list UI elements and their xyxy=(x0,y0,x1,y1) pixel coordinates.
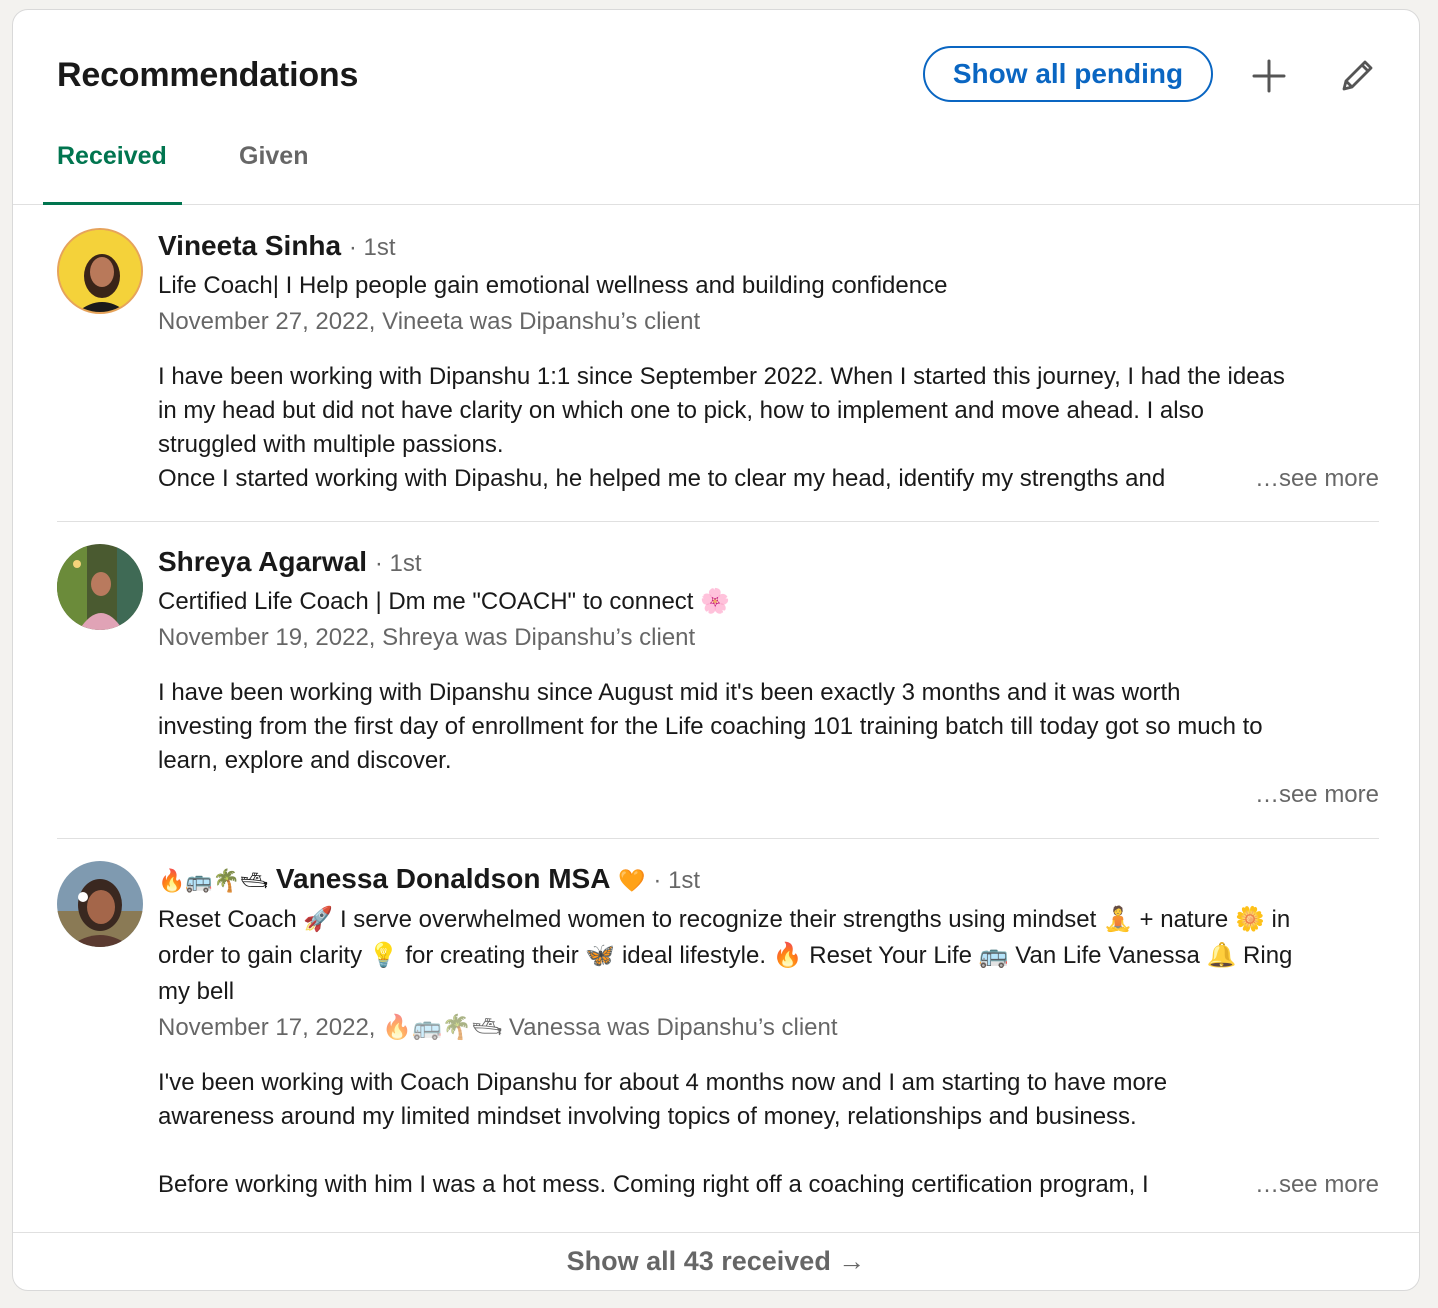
divider xyxy=(57,521,1379,522)
recommendations-card: Recommendations Show all pending Receive… xyxy=(12,9,1420,1291)
text-line: learn, explore and discover. xyxy=(158,747,452,774)
recommender-headline: Certified Life Coach | Dm me "COACH" to … xyxy=(158,588,731,615)
text-line: I've been working with Coach Dipanshu fo… xyxy=(158,1069,1168,1096)
tab-given[interactable]: Given xyxy=(239,142,308,171)
recommender-name[interactable]: Vineeta Sinha xyxy=(158,230,341,261)
recommendation-text: I have been working with Dipanshu since … xyxy=(158,676,1379,812)
recommender-headline: Life Coach| I Help people gain emotional… xyxy=(158,272,948,299)
add-recommendation-button[interactable] xyxy=(1243,50,1295,102)
text-line: struggled with multiple passions. xyxy=(158,431,504,458)
see-more-link[interactable]: …see more xyxy=(1244,778,1379,812)
text-line: investing from the first day of enrollme… xyxy=(158,713,1263,740)
avatar[interactable] xyxy=(57,544,143,630)
plus-icon xyxy=(1252,59,1286,93)
person-photo xyxy=(59,230,141,312)
tab-bar: Received Given xyxy=(13,130,1419,205)
recommendation-meta: November 27, 2022, Vineeta was Dipanshu’… xyxy=(158,308,701,335)
card-header: Recommendations Show all pending xyxy=(13,10,1419,140)
text-line: Once I started working with Dipashu, he … xyxy=(158,465,1166,492)
divider xyxy=(57,838,1379,839)
recommendation-meta: November 19, 2022, Shreya was Dipanshu’s… xyxy=(158,624,696,651)
section-title: Recommendations xyxy=(57,56,359,94)
recommendation-text: I've been working with Coach Dipanshu fo… xyxy=(158,1066,1379,1202)
see-more-link[interactable]: …see more xyxy=(1244,1168,1379,1202)
recommendation-text: I have been working with Dipanshu 1:1 si… xyxy=(158,360,1379,496)
connection-degree: · 1st xyxy=(348,234,396,261)
text-line: I have been working with Dipanshu 1:1 si… xyxy=(158,363,1285,390)
name-emoji-prefix: 🔥🚌🌴🛥 xyxy=(158,869,269,894)
recommendation-meta: November 17, 2022, 🔥🚌🌴🛥 Vanessa was Dipa… xyxy=(158,1014,838,1041)
recommender-name[interactable]: Vanessa Donaldson MSA xyxy=(276,863,611,894)
see-more-link[interactable]: …see more xyxy=(1244,462,1379,496)
show-all-pending-button[interactable]: Show all pending xyxy=(923,46,1213,102)
text-line-spacer xyxy=(158,778,1379,812)
headline-line: Reset Coach 🚀 I serve overwhelmed women … xyxy=(158,906,1291,933)
text-line: Before working with him I was a hot mess… xyxy=(158,1171,1149,1198)
tab-received[interactable]: Received xyxy=(57,142,167,171)
recommender-name[interactable]: Shreya Agarwal xyxy=(158,546,367,577)
pencil-icon xyxy=(1342,60,1373,91)
show-all-received-button[interactable]: Show all 43 received → xyxy=(13,1232,1419,1290)
connection-degree: · 1st xyxy=(653,867,701,894)
headline-line: my bell xyxy=(158,978,235,1005)
name-emoji-suffix: 🧡 xyxy=(618,869,646,894)
avatar[interactable] xyxy=(57,228,143,314)
text-line: I have been working with Dipanshu since … xyxy=(158,679,1181,706)
person-photo xyxy=(57,861,143,947)
edit-button[interactable] xyxy=(1331,50,1383,102)
headline-line: order to gain clarity 💡 for creating the… xyxy=(158,942,1293,969)
text-line xyxy=(158,1134,1379,1168)
text-line: awareness around my limited mindset invo… xyxy=(158,1103,1137,1130)
recommender-headline: Reset Coach 🚀 I serve overwhelmed women … xyxy=(158,902,1379,1010)
active-tab-indicator xyxy=(43,202,182,205)
connection-degree: · 1st xyxy=(374,550,422,577)
person-photo xyxy=(57,544,143,630)
text-line: in my head but did not have clarity on w… xyxy=(158,397,1204,424)
avatar[interactable] xyxy=(57,861,143,947)
